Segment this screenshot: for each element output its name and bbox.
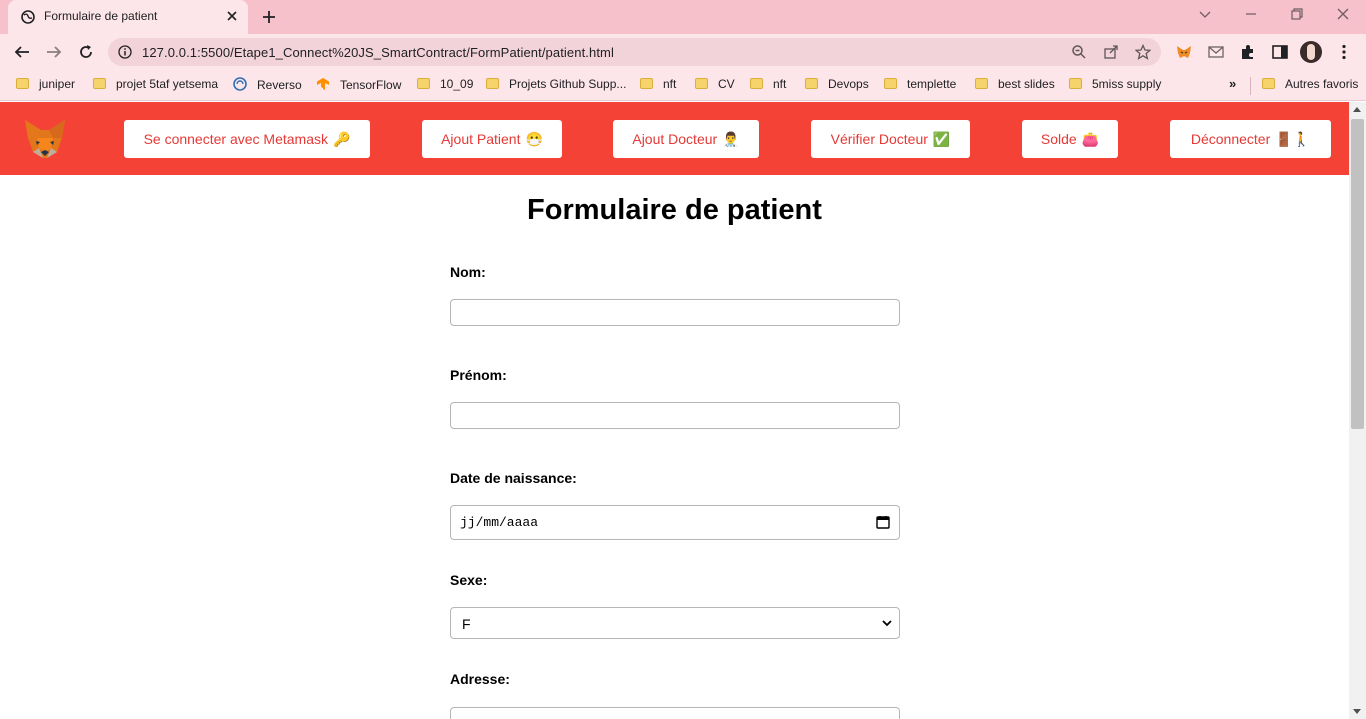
- connect-metamask-button[interactable]: Se connecter avec Metamask 🔑: [124, 120, 370, 158]
- extensions-puzzle-icon[interactable]: [1239, 43, 1257, 61]
- side-panel-icon[interactable]: [1271, 43, 1289, 61]
- folder-icon: [805, 78, 818, 89]
- calendar-icon[interactable]: [876, 515, 890, 529]
- reload-icon[interactable]: [77, 43, 95, 61]
- close-tab-icon[interactable]: [224, 8, 240, 24]
- zoom-icon[interactable]: [1071, 44, 1087, 60]
- folder-icon: [884, 78, 897, 89]
- back-icon[interactable]: [13, 43, 31, 61]
- folder-icon: [1262, 78, 1275, 89]
- bookmarks-separator: [1250, 77, 1251, 95]
- url-text: 127.0.0.1:5500/Etape1_Connect%20JS_Smart…: [142, 45, 614, 60]
- logout-button[interactable]: Déconnecter 🚪🚶: [1170, 120, 1331, 158]
- adresse-label: Adresse:: [450, 671, 510, 687]
- bookmark-item[interactable]: nft: [750, 77, 786, 95]
- globe-icon: [21, 10, 35, 24]
- folder-icon: [16, 78, 29, 89]
- browser-toolbar: 127.0.0.1:5500/Etape1_Connect%20JS_Smart…: [0, 34, 1366, 70]
- chevron-down-icon: [882, 620, 892, 627]
- site-info-icon[interactable]: [118, 45, 132, 59]
- bookmarks-bar: juniper projet 5taf yetsema Reverso Tens…: [0, 70, 1366, 101]
- metamask-fox-icon: [25, 120, 65, 158]
- sexe-select[interactable]: F: [450, 607, 900, 639]
- add-doctor-button[interactable]: Ajout Docteur 👨‍⚕️: [613, 120, 759, 158]
- folder-icon: [93, 78, 106, 89]
- bookmark-star-icon[interactable]: [1135, 44, 1151, 60]
- prenom-label: Prénom:: [450, 367, 507, 383]
- prenom-input[interactable]: [450, 402, 900, 429]
- door-walking-icon: 🚪🚶: [1275, 131, 1311, 147]
- page-title: Formulaire de patient: [527, 194, 822, 226]
- more-bookmarks-button[interactable]: »: [1229, 76, 1236, 91]
- date-placeholder: jj/mm/aaaa: [460, 515, 539, 530]
- tab-search-icon[interactable]: [1197, 6, 1213, 22]
- folder-icon: [975, 78, 988, 89]
- reverso-icon: [233, 77, 247, 91]
- bookmark-item[interactable]: juniper: [16, 77, 75, 95]
- page-scrollbar[interactable]: [1349, 102, 1366, 719]
- sexe-selected-value: F: [462, 616, 471, 632]
- tensorflow-icon: [317, 78, 329, 90]
- bookmark-item[interactable]: 5miss supply: [1069, 77, 1161, 95]
- close-window-icon[interactable]: [1335, 6, 1351, 22]
- adresse-input[interactable]: [450, 707, 900, 719]
- patient-form: Formulaire de patient Nom: Prénom: Date …: [0, 175, 1349, 719]
- sexe-label: Sexe:: [450, 572, 488, 588]
- verify-doctor-button[interactable]: Vérifier Docteur ✅: [811, 120, 970, 158]
- profile-avatar[interactable]: [1300, 41, 1322, 63]
- chrome-menu-icon[interactable]: [1335, 43, 1353, 61]
- bookmark-item[interactable]: Projets Github Supp...: [486, 77, 626, 95]
- date-naissance-label: Date de naissance:: [450, 470, 577, 486]
- app-navbar: Se connecter avec Metamask 🔑 Ajout Patien…: [0, 102, 1349, 175]
- doctor-icon: 👨‍⚕️: [722, 131, 740, 147]
- bookmark-item[interactable]: TensorFlow: [316, 77, 401, 95]
- other-bookmarks[interactable]: Autres favoris: [1262, 77, 1358, 95]
- restore-icon[interactable]: [1289, 6, 1305, 22]
- scroll-up-arrow[interactable]: [1353, 107, 1361, 112]
- bookmark-item[interactable]: projet 5taf yetsema: [93, 77, 218, 95]
- metamask-extension-icon[interactable]: [1175, 43, 1193, 61]
- folder-icon: [486, 78, 499, 89]
- new-tab-icon[interactable]: [260, 8, 278, 26]
- sick-face-icon: 😷: [525, 131, 543, 147]
- bookmark-item[interactable]: best slides: [975, 77, 1055, 95]
- add-patient-button[interactable]: Ajout Patient 😷: [422, 120, 562, 158]
- folder-icon: [640, 78, 653, 89]
- nom-input[interactable]: [450, 299, 900, 326]
- browser-tab[interactable]: Formulaire de patient: [8, 0, 248, 34]
- folder-icon: [1069, 78, 1082, 89]
- bookmark-item[interactable]: 10_09: [417, 77, 473, 95]
- date-naissance-input[interactable]: jj/mm/aaaa: [450, 505, 900, 540]
- scroll-thumb[interactable]: [1351, 119, 1364, 429]
- folder-icon: [417, 78, 430, 89]
- forward-icon[interactable]: [45, 43, 63, 61]
- browser-tabstrip: Formulaire de patient: [0, 0, 1366, 34]
- balance-button[interactable]: Solde 👛: [1022, 120, 1118, 158]
- bookmark-item[interactable]: templette: [884, 77, 956, 95]
- nom-label: Nom:: [450, 264, 486, 280]
- address-bar[interactable]: 127.0.0.1:5500/Etape1_Connect%20JS_Smart…: [108, 38, 1161, 66]
- minimize-icon[interactable]: [1243, 6, 1259, 22]
- bookmark-item[interactable]: Devops: [805, 77, 869, 95]
- key-icon: 🔑: [332, 131, 351, 147]
- mail-extension-icon[interactable]: [1207, 43, 1225, 61]
- bookmark-item[interactable]: CV: [695, 77, 735, 95]
- bookmark-item[interactable]: nft: [640, 77, 676, 95]
- share-icon[interactable]: [1103, 44, 1119, 60]
- scroll-down-arrow[interactable]: [1353, 709, 1361, 714]
- check-icon: ✅: [932, 131, 951, 147]
- bookmark-item[interactable]: Reverso: [233, 77, 302, 95]
- purse-icon: 👛: [1081, 131, 1100, 147]
- folder-icon: [750, 78, 763, 89]
- tab-title: Formulaire de patient: [44, 9, 158, 23]
- folder-icon: [695, 78, 708, 89]
